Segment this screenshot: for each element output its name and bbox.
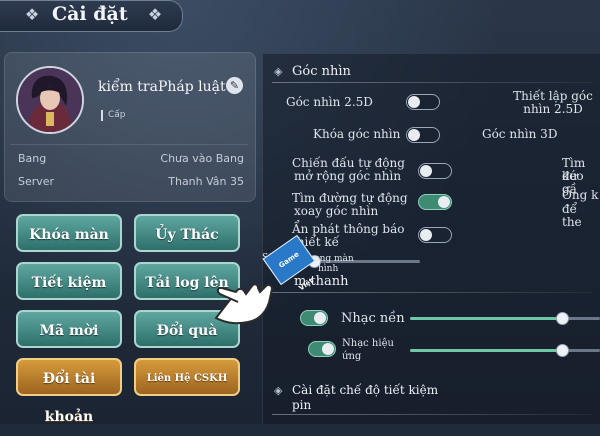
player-name: kiểm traPháp luật — [98, 79, 226, 95]
auto-path-toggle[interactable] — [418, 194, 452, 210]
slider-fill — [410, 317, 562, 320]
slider-thumb[interactable] — [556, 312, 569, 325]
diamond-icon: ◈ — [274, 65, 283, 78]
save-battery-button[interactable]: Tiết kiệm pin — [16, 262, 122, 329]
sfx-slider[interactable] — [410, 344, 600, 357]
pencil-icon[interactable]: ✎ — [226, 77, 243, 94]
clipped-label: Ống k — [562, 188, 599, 202]
auto-offline-button[interactable]: Ủy Thác Offline — [134, 214, 240, 281]
divider — [10, 144, 248, 145]
battery-section-title-2: pin — [292, 398, 312, 412]
setup-25d-label[interactable]: Thiết lập góc nhìn 2.5D — [508, 90, 598, 116]
auto-fight-label-2: mở rộng góc nhìn — [294, 169, 402, 183]
server-value: Thanh Vân 35 — [168, 175, 244, 188]
sfx-toggle[interactable] — [308, 341, 336, 357]
view-25d-label: Góc nhìn 2.5D — [286, 95, 373, 109]
clipped-label: để the — [562, 202, 582, 229]
view-3d-label[interactable]: Góc nhìn 3D — [482, 128, 557, 141]
lock-screen-button[interactable]: Khóa màn hình — [16, 214, 122, 281]
avatar[interactable] — [16, 66, 84, 134]
sfx-label-2: ứng — [342, 351, 362, 362]
hide-notice-toggle[interactable] — [418, 227, 452, 243]
level-divider — [101, 110, 103, 121]
lock-view-toggle[interactable] — [406, 127, 440, 143]
ornament-icon: ❖ — [147, 5, 163, 24]
music-label: Nhạc nền — [341, 311, 405, 326]
auto-path-label-2: xoay góc nhìn — [294, 204, 379, 218]
contact-support-button[interactable]: Liên Hệ CSKH — [134, 358, 240, 396]
ornament-icon: ❖ — [24, 5, 40, 24]
music-slider[interactable] — [410, 312, 600, 325]
battery-section-title-1: Cài đặt chế độ tiết kiệm — [292, 383, 439, 397]
page-title: Cài đặt — [52, 3, 128, 25]
switch-account-button[interactable]: Đổi tài khoản — [16, 358, 122, 425]
lock-view-label: Khóa góc nhìn — [313, 127, 401, 141]
music-toggle[interactable] — [300, 310, 328, 326]
slider-thumb[interactable] — [556, 344, 569, 357]
slider-fill — [410, 349, 562, 352]
auto-fight-toggle[interactable] — [418, 163, 452, 179]
guild-label: Bang — [18, 152, 47, 165]
section-divider — [272, 414, 592, 415]
invite-code-button[interactable]: Mã mời — [16, 310, 122, 348]
section-divider — [272, 82, 592, 83]
diamond-icon: ◈ — [274, 384, 283, 397]
view-25d-toggle[interactable] — [406, 94, 440, 110]
camera-section-title: Góc nhìn — [292, 64, 351, 79]
server-label: Server — [18, 175, 55, 188]
sfx-label-1: Nhạc hiệu — [342, 338, 394, 349]
level-label: Cấp — [108, 110, 126, 120]
guild-value: Chưa vào Bang — [160, 152, 244, 165]
